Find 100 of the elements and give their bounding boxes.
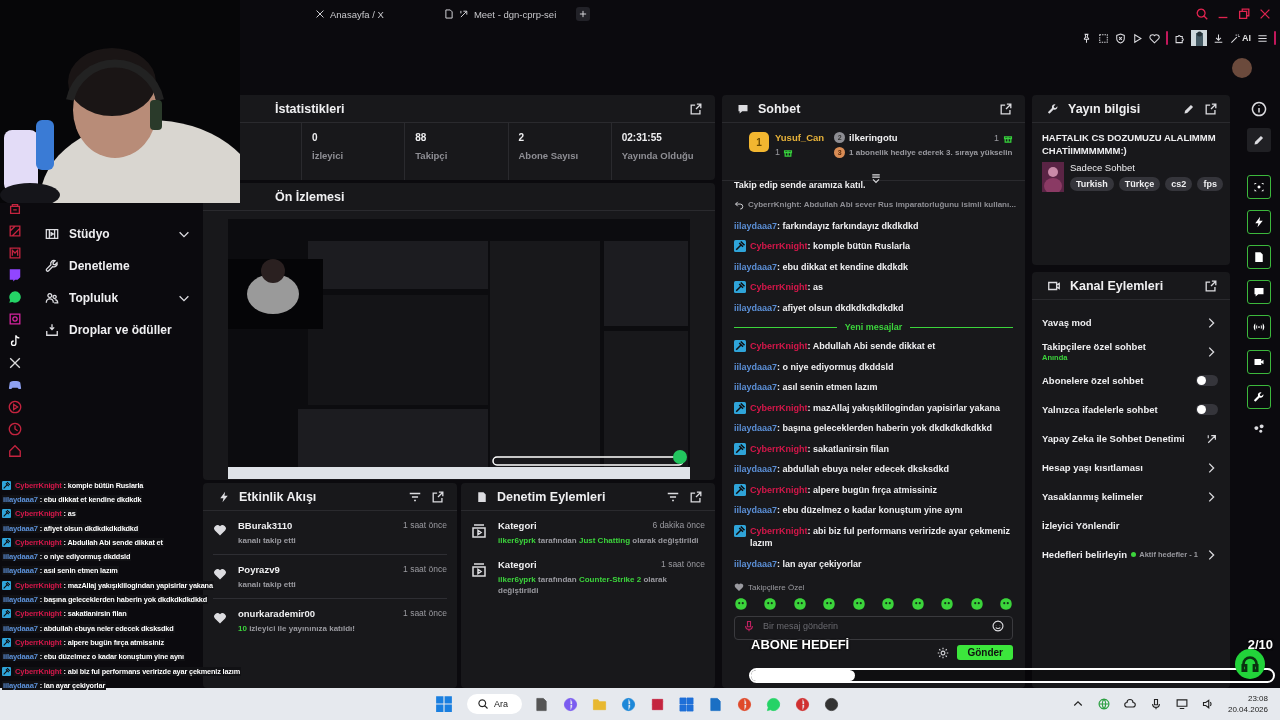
chat-notice: Takip edip sende aramıza katıl. [734, 181, 867, 192]
emote-icon[interactable] [851, 597, 866, 611]
toggle-switch[interactable] [1196, 375, 1218, 386]
popout-icon[interactable] [689, 101, 703, 116]
message-field[interactable]: Bir mesaj gönderin [734, 616, 1013, 640]
home-icon[interactable] [8, 444, 22, 458]
shortcut-button[interactable] [1246, 350, 1271, 374]
popout-icon[interactable] [999, 101, 1013, 116]
chat-message: CyberrKnight: sakatlanirsin filan [750, 442, 890, 455]
tag-chip[interactable]: cs2 [1165, 177, 1193, 191]
close-icon[interactable] [1258, 7, 1272, 21]
selection-icon[interactable] [1098, 32, 1109, 44]
channel-action[interactable]: Yapay Zeka ile Sohbet Denetimi [1042, 428, 1218, 449]
box-icon[interactable] [8, 202, 22, 216]
emote-icon[interactable] [763, 597, 778, 611]
channel-action[interactable]: Yalnızca ifadelerle sohbet [1042, 399, 1218, 420]
monitor-icon[interactable] [1175, 698, 1188, 710]
download-icon[interactable] [1213, 32, 1224, 44]
emote-icon[interactable] [998, 597, 1013, 611]
emote-icon[interactable] [969, 597, 984, 611]
pin-icon[interactable] [1081, 32, 1092, 44]
info-icon[interactable] [1250, 101, 1267, 117]
sidebar-item[interactable]: Stüdyo [45, 225, 191, 243]
clock-icon[interactable] [8, 422, 22, 436]
phone-bubble-icon[interactable] [8, 290, 22, 304]
shortcut-button[interactable] [1246, 175, 1271, 199]
heart-icon[interactable] [1149, 32, 1160, 44]
shortcut-button[interactable] [1246, 210, 1271, 234]
shortcut-button[interactable] [1246, 245, 1271, 269]
gift-icon [783, 147, 793, 157]
popout-icon[interactable] [431, 489, 445, 504]
tag-chip[interactable]: Turkish [1070, 177, 1114, 191]
action-text: ilker6yprk tarafından Just Chatting olarak değiştirildi [498, 535, 700, 546]
film-strip-icon [45, 227, 59, 241]
channel-action[interactable]: Hesap yaşı kısıtlaması [1042, 457, 1218, 478]
channel-action[interactable]: Yavaş mod [1042, 312, 1218, 333]
gear-icon[interactable] [937, 646, 950, 659]
chat-message: CyberrKnight: Abdullah Abi sende dikkat et [750, 340, 936, 353]
avatar[interactable] [1232, 58, 1252, 78]
toggle-switch[interactable] [1196, 404, 1218, 415]
search-icon[interactable] [1195, 7, 1209, 21]
action-time: 1 saat önce [661, 559, 705, 570]
edit-button[interactable] [1246, 128, 1271, 152]
category-name: Sadece Sohbet [1070, 162, 1136, 173]
shortcut-button[interactable] [1246, 280, 1271, 304]
record-icon[interactable] [824, 696, 839, 712]
speaker-icon[interactable] [1201, 698, 1214, 710]
store-icon[interactable] [679, 696, 694, 712]
shortcut-button[interactable] [1246, 385, 1271, 409]
chat-input[interactable]: Bir mesaj gönderin [761, 620, 986, 632]
document-icon[interactable] [534, 696, 549, 712]
cloud-icon[interactable] [1123, 698, 1136, 710]
new-tab-button[interactable] [576, 7, 591, 21]
app-icon[interactable] [795, 696, 810, 712]
reply-icon [734, 200, 744, 211]
emote-icon[interactable] [940, 597, 955, 611]
browser-tab[interactable]: Anasayfa / X [315, 8, 384, 20]
globe-icon[interactable] [1097, 698, 1110, 710]
shield-icon[interactable] [1115, 32, 1126, 44]
puzzle-icon[interactable] [1174, 32, 1185, 44]
emote-icon[interactable] [881, 597, 896, 611]
scroll-down-icon[interactable] [870, 173, 882, 185]
channel-action[interactable]: Abonelere özel sohbet [1042, 370, 1218, 391]
emote-icon[interactable] [910, 597, 925, 611]
send-button[interactable]: Gönder [957, 645, 1013, 660]
rank-badge: 1 [749, 132, 769, 152]
cross-icon[interactable] [8, 356, 22, 370]
pencil-icon[interactable] [1183, 102, 1195, 115]
menu-icon[interactable] [1257, 32, 1268, 44]
microphone-icon[interactable] [1149, 698, 1162, 710]
panel-title: Etkinlik Akışı [239, 489, 318, 504]
music-note-icon[interactable] [8, 334, 22, 348]
channel-action[interactable]: İzleyici Yönlendir [1042, 515, 1218, 536]
sidebar-item[interactable]: Droplar ve ödüller [45, 321, 191, 339]
sidebar-item[interactable]: Topluluk [45, 289, 191, 307]
emote-icon[interactable] [822, 597, 837, 611]
restore-icon[interactable] [1237, 7, 1251, 21]
app-icon[interactable] [650, 696, 665, 712]
tag-chip[interactable]: fps [1197, 177, 1223, 191]
popout-icon[interactable] [1204, 278, 1218, 293]
send-icon[interactable] [1132, 32, 1143, 44]
tag-chip[interactable]: Türkçe [1118, 177, 1161, 191]
popout-icon[interactable] [689, 489, 703, 504]
emote-icon[interactable] [734, 597, 748, 611]
browser-tab[interactable]: Meet - dgn-cprp-sei [443, 8, 557, 20]
speech-bubble-icon[interactable] [8, 268, 22, 282]
emote-icon[interactable] [792, 597, 807, 611]
popout-icon[interactable] [1204, 101, 1218, 116]
camera-icon[interactable] [8, 312, 22, 326]
document-icon [443, 9, 454, 19]
shortcut-button[interactable] [1246, 315, 1271, 339]
clock[interactable]: 23:08 20.04.2026 [1227, 693, 1268, 715]
event-user: BBurak3110 [238, 520, 293, 531]
search-field[interactable]: Ara [467, 694, 522, 714]
sidebar-item[interactable]: Denetleme [45, 257, 191, 275]
gamepad-icon[interactable] [8, 378, 22, 392]
ai-button[interactable]: AI [1230, 32, 1251, 44]
four-squares-icon[interactable] [435, 695, 453, 713]
channel-action[interactable]: Yasaklanmış kelimeler [1042, 486, 1218, 507]
lightning-icon [218, 490, 230, 503]
